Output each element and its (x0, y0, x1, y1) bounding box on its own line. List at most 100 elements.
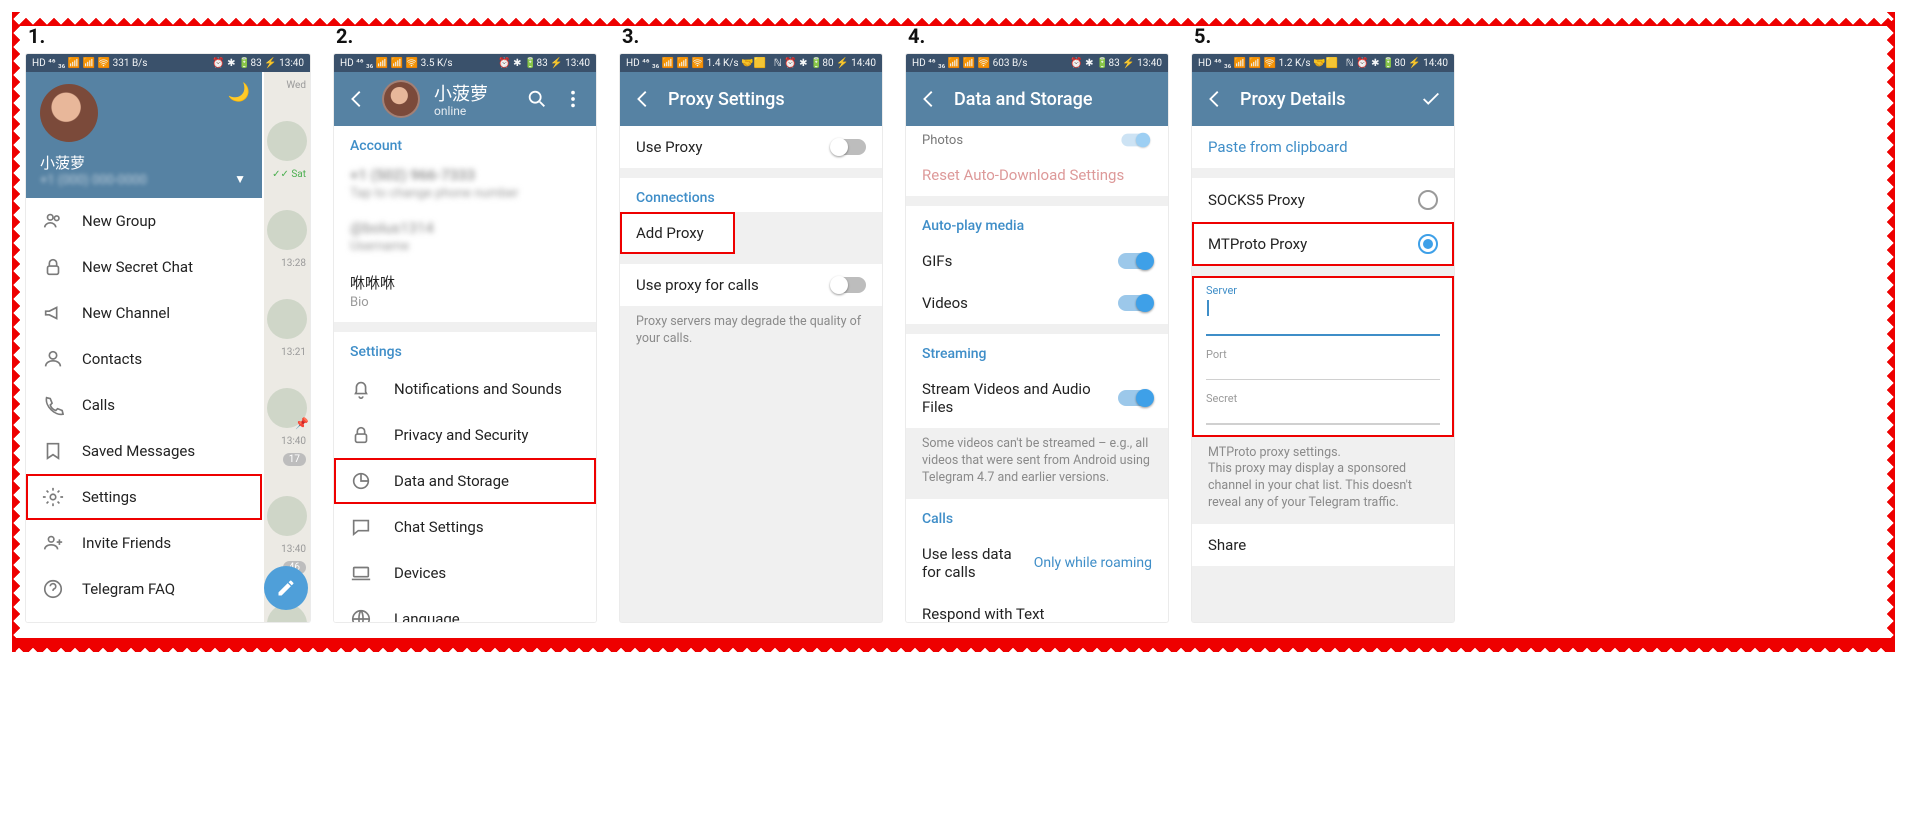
account-dropdown-icon[interactable]: ▼ (234, 172, 246, 186)
account-phone[interactable]: +1 (502) 966-7333Tap to change phone num… (334, 160, 596, 213)
section-account: Account (334, 126, 596, 160)
phone-screen-2: HD ⁴⁶ ₃₆ 📶 📶 🛜 3.5 K/s⏰ ✱ 🔋83 ⚡ 13:40 小菠… (334, 54, 596, 622)
toggle-off-icon (832, 139, 866, 155)
paste-clipboard[interactable]: Paste from clipboard (1192, 126, 1454, 168)
bell-icon (350, 378, 372, 400)
toggle-on-icon (1118, 390, 1152, 406)
step-3: 3. HD ⁴⁶ ₃₆ 📶 📶 🛜 1.4 K/s 🤝🟨ℕ ⏰ ✱ 🔋80 ⚡ … (620, 24, 882, 622)
step-number: 3. (622, 24, 639, 48)
text-cursor-icon (1207, 300, 1209, 316)
section-streaming: Streaming (906, 334, 1168, 368)
menu-new-group[interactable]: New Group (26, 198, 262, 244)
account-bio[interactable]: 咻咻咻Bio (334, 266, 596, 322)
menu-calls[interactable]: Calls (26, 382, 262, 428)
toggle-off-icon (832, 277, 866, 293)
menu-new-secret[interactable]: New Secret Chat (26, 244, 262, 290)
secret-field[interactable]: Secret (1192, 384, 1454, 437)
lock-icon (42, 256, 64, 278)
gifs-toggle[interactable]: GIFs (906, 240, 1168, 282)
status-bar: HD ⁴⁶ ₃₆ 📶 📶 🛜 603 B/s⏰ ✱ 🔋83 ⚡ 13:40 (906, 54, 1168, 72)
photos-row[interactable]: Photos (906, 126, 1168, 154)
step-number: 5. (1194, 24, 1211, 48)
settings-language[interactable]: Language (334, 596, 596, 622)
screen-title: Data and Storage (954, 89, 1156, 110)
chat-icon (350, 516, 372, 538)
share-proxy[interactable]: Share (1192, 524, 1454, 566)
nav-drawer: 🌙 小菠萝 +1 (000) 000-0000 ▼ New Group New … (26, 72, 262, 622)
section-connections: Connections (620, 178, 882, 212)
gear-icon (42, 486, 64, 508)
app-bar: Proxy Details (1192, 72, 1454, 126)
screen-title: Proxy Details (1240, 89, 1406, 110)
status-bar: HD ⁴⁶ ₃₆ 📶 📶 🛜 1.2 K/s 🤝🟨ℕ ⏰ ✱ 🔋80 ⚡ 14:… (1192, 54, 1454, 72)
section-autoplay: Auto-play media (906, 206, 1168, 240)
phone-screen-4: HD ⁴⁶ ₃₆ 📶 📶 🛜 603 B/s⏰ ✱ 🔋83 ⚡ 13:40 Da… (906, 54, 1168, 622)
server-field[interactable]: Server (1192, 276, 1454, 340)
menu-contacts[interactable]: Contacts (26, 336, 262, 382)
account-username[interactable]: @bolus1314Username (334, 213, 596, 266)
menu-saved[interactable]: Saved Messages (26, 428, 262, 474)
menu-invite[interactable]: Invite Friends (26, 520, 262, 566)
respond-text-row[interactable]: Respond with Text (906, 593, 1168, 622)
profile-title: 小菠萝online (434, 80, 512, 118)
group-icon (42, 210, 64, 232)
night-mode-icon[interactable]: 🌙 (228, 82, 250, 103)
step-number: 2. (336, 24, 353, 48)
proxy-fields-group: Server Port Secret (1192, 276, 1454, 437)
settings-devices[interactable]: Devices (334, 550, 596, 596)
stream-note: Some videos can't be streamed – e.g., al… (906, 428, 1168, 499)
pie-icon (350, 470, 372, 492)
less-data-row[interactable]: Use less data for callsOnly while roamin… (906, 533, 1168, 593)
menu-new-channel[interactable]: New Channel (26, 290, 262, 336)
use-proxy-calls-toggle[interactable]: Use proxy for calls (620, 264, 882, 306)
mtproto-note: MTProto proxy settings.This proxy may di… (1192, 437, 1454, 525)
avatar[interactable] (40, 84, 98, 142)
add-person-icon (42, 532, 64, 554)
use-proxy-toggle[interactable]: Use Proxy (620, 126, 882, 168)
socks5-radio[interactable]: SOCKS5 Proxy (1192, 178, 1454, 222)
settings-data-storage[interactable]: Data and Storage (334, 458, 596, 504)
search-icon[interactable] (526, 88, 548, 110)
phone-screen-5: HD ⁴⁶ ₃₆ 📶 📶 🛜 1.2 K/s 🤝🟨ℕ ⏰ ✱ 🔋80 ⚡ 14:… (1192, 54, 1454, 622)
status-bar: HD ⁴⁶ ₃₆ 📶 📶 🛜 331 B/s⏰ ✱ 🔋83 ⚡ 13:40 (26, 54, 310, 72)
mtproto-radio[interactable]: MTProto Proxy (1192, 222, 1454, 266)
avatar[interactable] (382, 80, 420, 118)
stream-toggle[interactable]: Stream Videos and Audio Files (906, 368, 1168, 428)
step-1: 1. HD ⁴⁶ ₃₆ 📶 📶 🛜 331 B/s⏰ ✱ 🔋83 ⚡ 13:40… (26, 24, 310, 622)
more-icon[interactable] (562, 88, 584, 110)
app-bar: Proxy Settings (620, 72, 882, 126)
videos-toggle[interactable]: Videos (906, 282, 1168, 324)
person-icon (42, 348, 64, 370)
menu-settings[interactable]: Settings (26, 474, 262, 520)
compose-fab[interactable] (264, 566, 308, 610)
radio-on-icon (1418, 234, 1438, 254)
port-field[interactable]: Port (1192, 340, 1454, 385)
toggle-on-icon (1118, 295, 1152, 311)
back-icon[interactable] (1204, 88, 1226, 110)
back-icon[interactable] (632, 88, 654, 110)
radio-off-icon (1418, 190, 1438, 210)
lock-icon (350, 424, 372, 446)
toggle-on-icon (1118, 253, 1152, 269)
add-proxy-button[interactable]: Add Proxy (620, 212, 735, 254)
screen-title: Proxy Settings (668, 89, 870, 110)
settings-notifications[interactable]: Notifications and Sounds (334, 366, 596, 412)
app-bar: 小菠萝online (334, 72, 596, 126)
settings-chat[interactable]: Chat Settings (334, 504, 596, 550)
check-icon[interactable] (1420, 88, 1442, 110)
drawer-username: 小菠萝 (40, 152, 248, 173)
step-number: 4. (908, 24, 925, 48)
menu-faq[interactable]: Telegram FAQ (26, 566, 262, 612)
back-icon[interactable] (346, 88, 368, 110)
megaphone-icon (42, 302, 64, 324)
section-calls: Calls (906, 499, 1168, 533)
status-bar: HD ⁴⁶ ₃₆ 📶 📶 🛜 1.4 K/s 🤝🟨ℕ ⏰ ✱ 🔋80 ⚡ 14:… (620, 54, 882, 72)
drawer-phone: +1 (000) 000-0000 (40, 173, 248, 188)
settings-privacy[interactable]: Privacy and Security (334, 412, 596, 458)
laptop-icon (350, 562, 372, 584)
reset-auto-download[interactable]: Reset Auto-Download Settings (906, 154, 1168, 196)
back-icon[interactable] (918, 88, 940, 110)
phone-screen-1: HD ⁴⁶ ₃₆ 📶 📶 🛜 331 B/s⏰ ✱ 🔋83 ⚡ 13:40 We… (26, 54, 310, 622)
section-settings: Settings (334, 332, 596, 366)
calls-proxy-note: Proxy servers may degrade the quality of… (620, 306, 882, 360)
